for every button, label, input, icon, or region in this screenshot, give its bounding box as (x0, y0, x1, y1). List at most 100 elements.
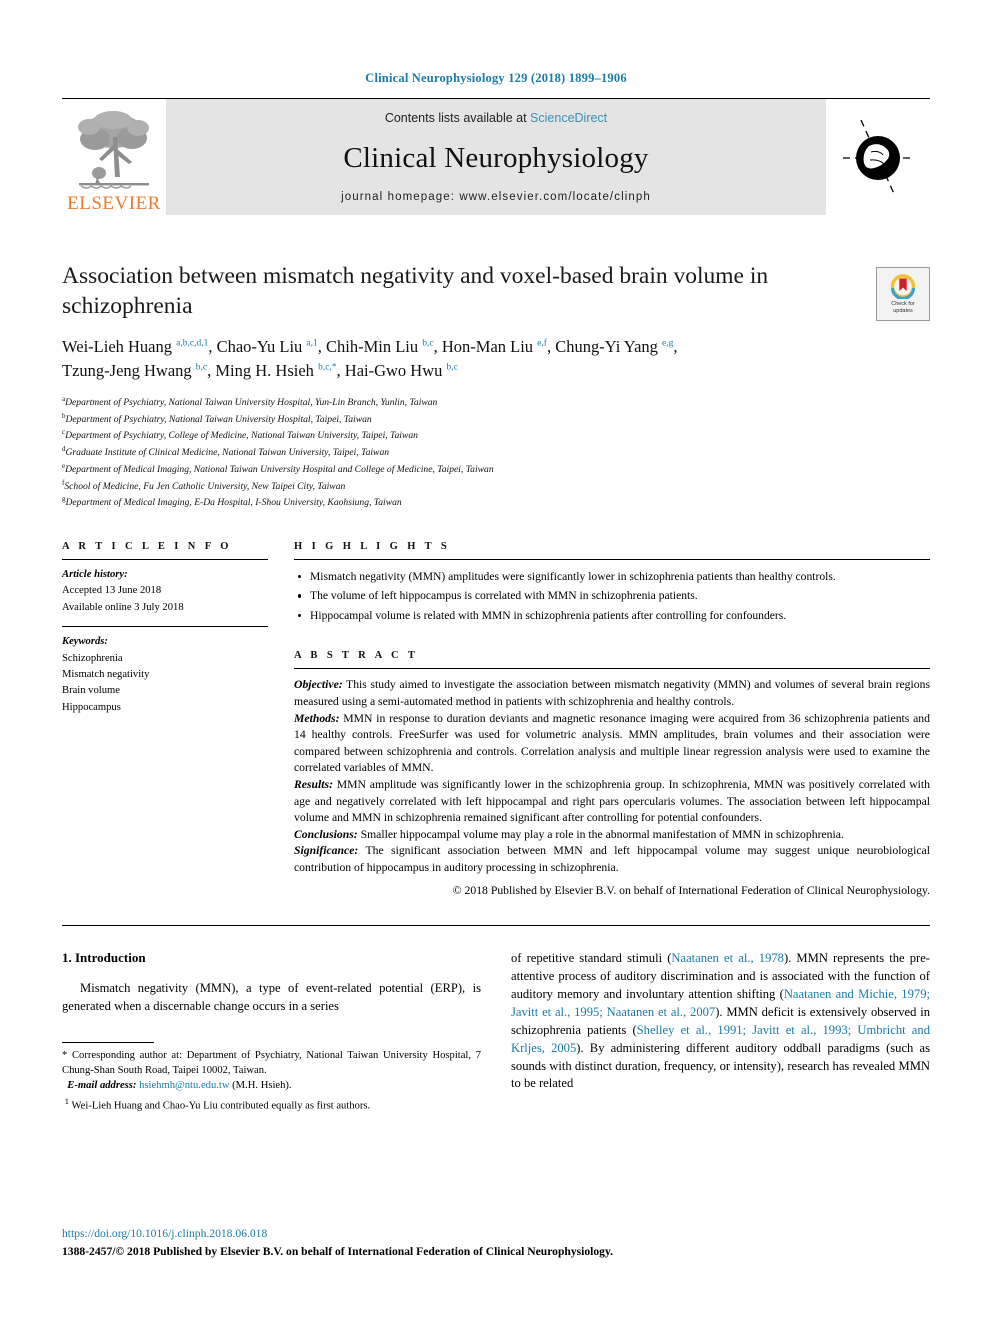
keyword-item: Schizophrenia (62, 652, 123, 664)
doi-link[interactable]: https://doi.org/10.1016/j.clinph.2018.06… (62, 1226, 930, 1242)
author-affil-marks: a,1 (306, 338, 318, 349)
affiliation-text: Department of Psychiatry, College of Med… (65, 430, 418, 442)
journal-article-page: Clinical Neurophysiology 129 (2018) 1899… (0, 0, 992, 1323)
author-name: Ming H. Hsieh (215, 361, 314, 381)
affiliation-text: Department of Psychiatry, National Taiwa… (65, 397, 438, 409)
title-row: Association between mismatch negativity … (62, 261, 930, 321)
article-history-label: Article history: (62, 569, 128, 581)
body-separator-rule (62, 925, 930, 927)
abstract-section-text: This study aimed to investigate the asso… (294, 678, 930, 708)
author-item: Hai-Gwo Hwu b,c (345, 361, 458, 380)
crossmark-badge[interactable]: Check for updates (876, 267, 930, 321)
author-affil-marks: a,b,c,d,1 (176, 338, 209, 349)
affiliation-text: Department of Medical Imaging, National … (65, 464, 494, 476)
sciencedirect-link[interactable]: ScienceDirect (530, 111, 607, 125)
footnote-email-label: E-mail address: (67, 1080, 137, 1092)
body-columns: 1. Introduction Mismatch negativity (MMN… (62, 950, 930, 1115)
author-item: Chih-Min Liu b,c (326, 337, 434, 356)
abstract-body: Objective: This study aimed to investiga… (294, 669, 930, 899)
affiliation-text: Department of Medical Imaging, E-Da Hosp… (65, 497, 402, 509)
keyword-item: Brain volume (62, 685, 120, 697)
crossmark-line1: Check for (891, 300, 915, 307)
footnote-email-attrib: (M.H. Hsieh). (229, 1080, 292, 1092)
highlights-abstract-column: H I G H L I G H T S Mismatch negativity … (294, 541, 930, 899)
intro-paragraph-right: of repetitive standard stimuli (Naatanen… (511, 950, 930, 1093)
author-name: Chao-Yu Liu (216, 337, 303, 357)
info-highlights-grid: A R T I C L E I N F O Article history: A… (62, 541, 930, 899)
author-item: Hon-Man Liu e,f (442, 337, 547, 356)
footnote-equal-contribution: 1 Wei-Lieh Huang and Chao-Yu Liu contrib… (62, 1095, 481, 1114)
elsevier-wordmark: ELSEVIER (67, 193, 161, 214)
intro-text-fragment: of repetitive standard stimuli ( (511, 951, 672, 966)
article-history-online: Available online 3 July 2018 (62, 601, 184, 613)
author-affil-marks: e,g (662, 338, 674, 349)
highlights-list: Mismatch negativity (MMN) amplitudes wer… (294, 560, 930, 624)
elsevier-logo: ELSEVIER (62, 99, 166, 215)
footnote-email: E-mail address: hsiehmh@ntu.edu.tw (M.H.… (62, 1079, 481, 1094)
author-affil-marks: b,c (195, 362, 208, 373)
abstract-section-label: Methods: (294, 711, 340, 725)
keywords-label: Keywords: (62, 636, 108, 648)
list-item: Mismatch negativity (MMN) amplitudes wer… (294, 569, 930, 585)
author-name: Chung-Yi Yang (555, 337, 658, 357)
abstract-section-text: Smaller hippocampal volume may play a ro… (357, 827, 844, 841)
article-info-column: A R T I C L E I N F O Article history: A… (62, 541, 294, 899)
crossmark-icon (890, 273, 916, 299)
footnote-corresponding: * Corresponding author at: Department of… (62, 1049, 481, 1078)
section-heading-introduction: 1. Introduction (62, 950, 146, 966)
author-item: Chao-Yu Liu a,1 (217, 337, 318, 356)
affiliation-item: eDepartment of Medical Imaging, National… (62, 461, 930, 478)
affiliation-text: Graduate Institute of Clinical Medicine,… (65, 447, 390, 459)
author-affil-marks: b,c,* (318, 362, 337, 373)
affiliation-item: bDepartment of Psychiatry, National Taiw… (62, 411, 930, 428)
issn-copyright-line: 1388-2457/© 2018 Published by Elsevier B… (62, 1244, 614, 1258)
crossmark-line2: updates (893, 307, 913, 314)
citation-link[interactable]: Naatanen et al., 1978 (671, 951, 784, 965)
contents-prefix: Contents lists available at (384, 111, 531, 125)
author-affil-marks: b,c (422, 338, 434, 349)
footnote-rule (62, 1042, 154, 1044)
elsevier-tree-icon (78, 111, 149, 189)
journal-homepage-link[interactable]: journal homepage: www.elsevier.com/locat… (341, 191, 651, 203)
affiliation-item: dGraduate Institute of Clinical Medicine… (62, 444, 930, 461)
masthead-center: Contents lists available at ScienceDirec… (166, 99, 826, 215)
keywords-block: Keywords: Schizophrenia Mismatch negativ… (62, 627, 268, 726)
highlights-heading: H I G H L I G H T S (294, 541, 451, 553)
abstract-section: Methods: MMN in response to duration dev… (294, 711, 930, 777)
author-name: Tzung-Jeng Hwang (62, 361, 192, 381)
brain-orbit-icon (843, 119, 913, 197)
abstract-section: Objective: This study aimed to investiga… (294, 677, 930, 710)
affiliation-item: fSchool of Medicine, Fu Jen Catholic Uni… (62, 478, 930, 495)
body-column-right: of repetitive standard stimuli (Naatanen… (511, 950, 930, 1115)
author-list: Wei-Lieh Huang a,b,c,d,1, Chao-Yu Liu a,… (62, 337, 678, 381)
abstract-section-label: Results: (294, 778, 333, 792)
intro-paragraph-left: Mismatch negativity (MMN), a type of eve… (62, 981, 481, 1014)
journal-title: Clinical Neurophysiology (343, 141, 649, 174)
body-column-left: 1. Introduction Mismatch negativity (MMN… (62, 950, 481, 1115)
footnotes-block: * Corresponding author at: Department of… (62, 1042, 481, 1114)
footnote-equal-text: Wei-Lieh Huang and Chao-Yu Liu contribut… (69, 1100, 371, 1112)
list-item: Hippocampal volume is related with MMN i… (294, 608, 930, 624)
abstract-copyright: © 2018 Published by Elsevier B.V. on beh… (452, 883, 930, 897)
affiliation-item: aDepartment of Psychiatry, National Taiw… (62, 394, 930, 411)
crossmark-label: Check for updates (891, 301, 915, 315)
article-info-heading: A R T I C L E I N F O (62, 541, 232, 553)
abstract-section-label: Objective: (294, 678, 343, 692)
abstract-section-text: MMN amplitude was significantly lower in… (294, 778, 930, 825)
affiliation-item: cDepartment of Psychiatry, College of Me… (62, 427, 930, 444)
author-item: Chung-Yi Yang e,g (555, 337, 673, 356)
article-history-block: Article history: Accepted 13 June 2018 A… (62, 560, 268, 626)
article-history-accepted: Accepted 13 June 2018 (62, 585, 162, 597)
list-item: The volume of left hippocampus is correl… (294, 588, 930, 604)
keyword-item: Hippocampus (62, 701, 121, 713)
affiliation-text: School of Medicine, Fu Jen Catholic Univ… (64, 480, 346, 492)
footnote-email-link[interactable]: hsiehmh@ntu.edu.tw (139, 1080, 229, 1091)
author-name: Chih-Min Liu (326, 337, 419, 357)
keyword-item: Mismatch negativity (62, 669, 150, 681)
author-affil-marks: e,f (537, 338, 547, 349)
abstract-heading: A B S T R A C T (294, 650, 419, 662)
author-name: Hon-Man Liu (441, 337, 534, 357)
abstract-section-label: Conclusions: (294, 827, 358, 841)
journal-emblem (826, 99, 930, 215)
author-item: Tzung-Jeng Hwang b,c (62, 361, 207, 380)
